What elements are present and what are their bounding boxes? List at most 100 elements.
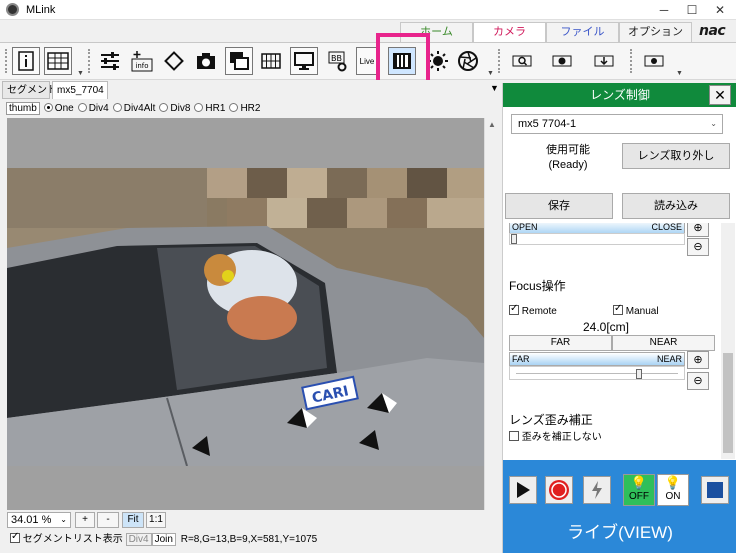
dropdown-arrow-2[interactable]: ▼ [487,70,494,77]
chevron-down-icon: ⌄ [710,119,717,128]
download-frame-button[interactable] [590,47,618,75]
grid-button[interactable] [257,47,285,75]
camera-snapshot-button[interactable] [192,47,220,75]
save-button[interactable]: 保存 [505,193,613,219]
distortion-checkbox[interactable] [509,431,519,441]
radio-div4[interactable] [77,103,87,112]
radio-div8[interactable] [159,103,169,112]
iris-slider-knob[interactable] [511,234,517,244]
minimize-button[interactable]: ─ [650,0,678,20]
load-button[interactable]: 読み込み [622,193,730,219]
radio-label-div4: Div4 [88,103,109,114]
far-button[interactable]: FAR [509,335,612,351]
dropdown-arrow-3[interactable]: ▼ [676,70,683,77]
live-button[interactable]: Live [356,47,378,75]
trigger-button[interactable] [583,476,611,504]
focus-zoom-out-button[interactable]: ⊖ [687,372,709,390]
lens-panel-scrollbar[interactable] [721,223,735,459]
toolbar-separator-3 [630,49,633,73]
radio-one[interactable] [43,103,53,112]
settings-sliders-button[interactable] [96,47,124,75]
remote-label: Remote [521,306,557,317]
rotate-button[interactable] [160,47,188,75]
camera-icon [197,53,215,69]
join-button[interactable]: Join [151,533,176,546]
one-to-one-button[interactable]: 1:1 [146,512,166,528]
lens-controls-scroll: OPEN CLOSE ⊕ ⊖ Focus操作 Remote Manual 24.… [503,223,721,453]
tab-segment[interactable]: セグメント [2,81,57,99]
detach-lens-button[interactable]: レンズ取り外し [622,143,730,169]
tab-mx5[interactable]: mx5_7704 [52,81,108,99]
lens-panel-close-button[interactable]: ✕ [709,85,731,105]
info-i-icon [18,51,34,71]
manual-checkbox[interactable] [613,303,623,315]
close-button[interactable]: ✕ [706,0,734,20]
tab-camera[interactable]: カメラ [473,22,546,42]
stop-icon [707,482,723,498]
radio-div4alt[interactable] [112,103,122,112]
zoom-select[interactable]: 34.01 % ⌄ [7,512,71,528]
monitor-button[interactable] [290,47,318,75]
remote-checkbox[interactable] [509,303,519,315]
table-icon [47,52,69,70]
toolbar: ▼ info BB Live ▼ ▼ [0,42,736,80]
radio-label-one: One [54,103,74,114]
play-icon [517,482,530,498]
tab-option[interactable]: オプション [619,22,692,42]
add-info-button[interactable]: info [128,47,156,75]
monitor-icon [294,52,314,70]
focus-value: 24.0[cm] [582,320,630,334]
lens-select[interactable]: mx5 7704-1 ⌄ [511,114,723,134]
aperture-button[interactable] [454,47,482,75]
segment-list-checkbox[interactable] [10,531,20,543]
scroll-up-icon[interactable]: ▲ [488,120,496,129]
crash-test-image: CARI [7,118,484,510]
play-button[interactable] [509,476,537,504]
zoom-bar: 34.01 % ⌄ + - Fit 1:1 [7,511,497,529]
multi-window-button[interactable] [225,47,253,75]
bb-gear-icon: BB [328,51,347,72]
zoom-out-button[interactable]: - [97,512,119,528]
distortion-label: 歪みを補正しない [521,432,602,443]
stop-button[interactable] [701,476,729,504]
lens-panel-scroll-thumb[interactable] [723,353,733,453]
viewer-vertical-scrollbar[interactable]: ▲ [484,118,498,510]
camera-settings-button[interactable] [640,47,668,75]
lens-button-highlight [376,33,430,84]
fit-button[interactable]: Fit [122,512,144,528]
table-button[interactable] [44,47,72,75]
on-label: ON [665,491,681,502]
thumb-options: thumb One Div4 Div4Alt Div8 HR1 HR2 [6,102,260,118]
iris-zoom-out-button[interactable]: ⊖ [687,238,709,256]
focus-slider[interactable] [509,366,685,380]
radio-hr2[interactable] [229,103,239,112]
search-frame-button[interactable] [508,47,536,75]
tab-file[interactable]: ファイル [546,22,619,42]
focus-zoom-in-button[interactable]: ⊕ [687,351,709,369]
info-i-button[interactable] [12,47,40,75]
light-on-button[interactable]: 💡 ON [657,474,689,506]
iris-slider[interactable] [509,233,685,245]
toolbar-separator [88,49,91,73]
light-off-button[interactable]: 💡 OFF [623,474,655,506]
bb-settings-button[interactable]: BB [323,47,351,75]
distortion-option: 歪みを補正しない [509,428,602,443]
status-line-1: 使用可能 [546,144,590,156]
record-button[interactable] [545,476,573,504]
zoom-in-button[interactable]: + [75,512,95,528]
manual-label: Manual [625,306,659,317]
maximize-button[interactable]: ☐ [678,0,706,20]
image-viewer[interactable]: CARI [7,118,484,510]
iris-zoom-in-button[interactable]: ⊕ [687,223,709,237]
lens-status: 使用可能 (Ready) [538,143,598,173]
pin-dropdown-icon[interactable]: ▼ [490,83,499,93]
focus-bar: FAR NEAR [509,352,685,366]
bb-label: BB [331,54,342,63]
near-button[interactable]: NEAR [612,335,715,351]
record-frame-button[interactable] [548,47,576,75]
div4-button[interactable]: Div4 [125,533,152,546]
focus-slider-knob[interactable] [636,369,643,379]
radio-hr1[interactable] [194,103,204,112]
left-panel: セグメント mx5_7704 ▼ thumb One Div4 Div4Alt Div8… [0,80,500,553]
dropdown-arrow[interactable]: ▼ [77,70,84,77]
